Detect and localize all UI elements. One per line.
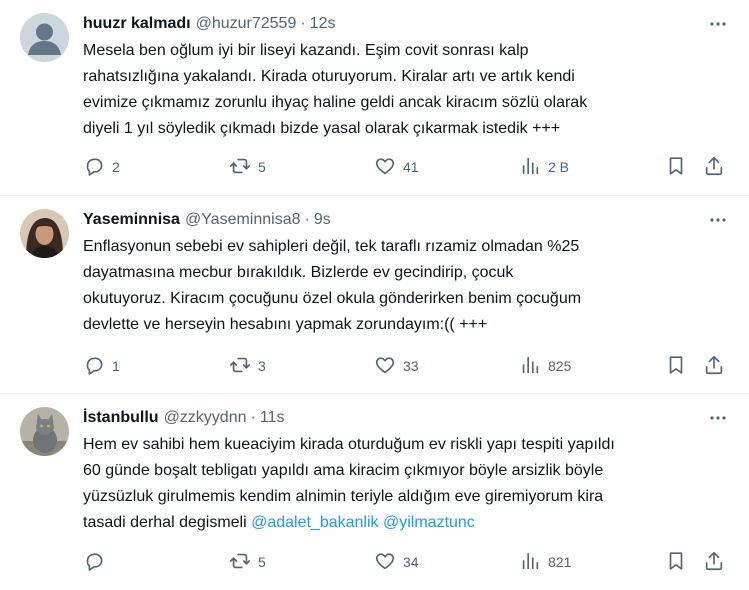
tweet-text: Hem ev sahibi hem kueaciyim kirada oturd… [83,432,729,536]
tweet[interactable]: İstanbullu @zzkyydnn · 11s Hem ev sahibi… [0,394,749,590]
repost-count: 5 [258,554,266,570]
views-count: 825 [548,358,572,374]
reply-button[interactable]: 1 [83,354,120,378]
share-button[interactable] [703,550,725,574]
tweet-text: Enflasyonun sebebi ev sahipleri değil, t… [83,238,582,333]
reply-count: 1 [112,358,120,374]
tweet-actions: 5 34 821 [83,550,729,574]
views-icon [519,354,541,379]
reply-button[interactable] [83,550,112,574]
like-button[interactable]: 33 [374,354,419,378]
separator-dot: · [304,211,310,228]
repost-count: 5 [258,159,266,175]
views-count: 821 [548,554,572,570]
avatar[interactable] [20,407,69,456]
reply-icon [83,155,105,180]
like-icon [374,155,396,180]
views-button[interactable]: 821 [519,550,571,574]
tweet-header: huuzr kalmadı @huzur72559 · 12s [83,13,729,35]
like-count: 33 [403,358,419,374]
repost-button[interactable]: 5 [229,550,266,574]
share-button[interactable] [703,155,725,179]
views-icon [519,550,541,575]
like-icon [374,550,396,575]
tweet-header: Yaseminnisa @Yaseminnisa8 · 9s [83,209,729,231]
views-icon [519,155,541,180]
timestamp[interactable]: 12s [310,13,336,35]
bookmark-icon [665,354,687,379]
like-count: 41 [403,159,419,175]
tweet-actions: 2 5 41 2 B [83,155,729,179]
avatar[interactable] [20,13,69,62]
share-icon [703,550,725,575]
display-name[interactable]: İstanbullu [83,407,159,429]
more-icon[interactable] [707,209,729,231]
tweet[interactable]: huuzr kalmadı @huzur72559 · 12s Mesela b… [0,0,749,196]
views-button[interactable]: 2 B [519,155,569,179]
like-button[interactable]: 41 [374,155,419,179]
timestamp[interactable]: 9s [314,209,331,231]
display-name[interactable]: huuzr kalmadı [83,13,191,35]
timestamp[interactable]: 11s [260,407,285,429]
share-icon [703,354,725,379]
user-handle[interactable]: @Yaseminnisa8 [185,209,301,231]
reply-icon [83,354,105,379]
views-count: 2 B [548,159,570,175]
timeline-feed: huuzr kalmadı @huzur72559 · 12s Mesela b… [0,0,749,590]
reply-count: 2 [112,159,120,175]
like-count: 34 [403,554,419,570]
more-icon[interactable] [707,407,729,429]
bookmark-button[interactable] [665,550,687,574]
user-handle[interactable]: @zzkyydnn [164,407,247,429]
share-button[interactable] [703,354,725,378]
share-icon [703,155,725,180]
like-icon [374,354,396,379]
separator-dot: · [250,409,256,426]
like-button[interactable]: 34 [374,550,419,574]
mention-link[interactable]: @adalet_bakanlik [251,514,378,531]
separator-dot: · [300,15,306,32]
bookmark-icon [665,550,687,575]
bookmark-button[interactable] [665,354,687,378]
avatar[interactable] [20,209,69,258]
reply-button[interactable]: 2 [83,155,120,179]
repost-button[interactable]: 3 [229,354,266,378]
tweet[interactable]: Yaseminnisa @Yaseminnisa8 · 9s Enflasyon… [0,196,749,394]
bookmark-icon [665,155,687,180]
display-name[interactable]: Yaseminnisa [83,209,180,231]
repost-button[interactable]: 5 [229,155,266,179]
user-handle[interactable]: @huzur72559 [196,13,297,35]
mention-link[interactable]: @yilmaztunc [383,514,475,531]
repost-count: 3 [258,358,266,374]
reply-icon [83,550,105,575]
views-button[interactable]: 825 [519,354,571,378]
repost-icon [229,354,251,379]
more-icon[interactable] [707,13,729,35]
tweet-text: Mesela ben oğlum iyi bir liseyi kazandı.… [83,42,588,137]
tweet-actions: 1 3 33 825 [83,354,729,378]
tweet-header: İstanbullu @zzkyydnn · 11s [83,407,729,429]
repost-icon [229,155,251,180]
bookmark-button[interactable] [665,155,687,179]
repost-icon [229,550,251,575]
